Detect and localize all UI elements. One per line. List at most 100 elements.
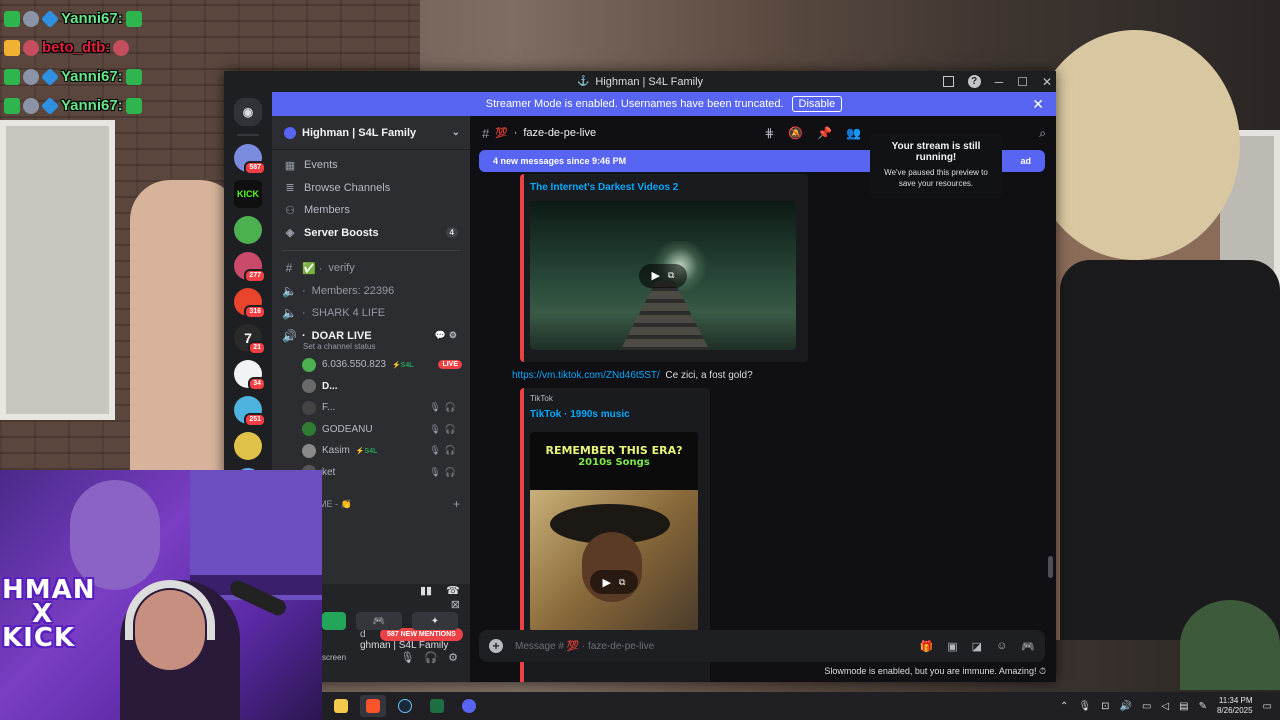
voice-user-name: Kasim — [322, 445, 350, 457]
display-icon[interactable]: ▤ — [1179, 701, 1188, 712]
voice-user[interactable]: GODEANU 🎙🎧 — [272, 419, 470, 441]
voice-user[interactable]: 6.036.550.823 ⚡S4L LIVE — [272, 354, 470, 376]
add-attachment-icon[interactable]: + — [489, 639, 503, 653]
mic-tray-icon[interactable]: 🎙 — [1078, 701, 1091, 712]
gif-icon[interactable]: ▣ — [947, 640, 957, 653]
sticker-icon[interactable]: ◪ — [972, 640, 982, 653]
nav-events[interactable]: ▦ Events — [272, 154, 470, 177]
voice-user-tag: ⚡S4L — [355, 447, 378, 455]
server-icon-8[interactable]: 251 — [234, 396, 266, 427]
close-button[interactable]: ✕ — [1042, 75, 1052, 89]
title-bar: ⚓ Highman | S4L Family ? ─ ☐ ✕ — [224, 71, 1056, 92]
headphones-icon[interactable]: 🎧 — [424, 651, 438, 664]
maximize-button[interactable]: ☐ — [1017, 75, 1028, 89]
clock[interactable]: 11:34 PM 8/26/2025 — [1217, 696, 1253, 716]
close-preview-icon[interactable]: ⊠ — [451, 598, 460, 611]
chat-username: Yanni67: — [61, 68, 123, 85]
nav-members[interactable]: ⚇ Members — [272, 199, 470, 222]
server-header[interactable]: Highman | S4L Family ⌄ — [272, 116, 470, 150]
embed-video[interactable]: ▶ ⧉ — [530, 201, 796, 350]
server-icon-1[interactable]: 587 — [234, 144, 266, 175]
members-icon[interactable]: 👥 — [846, 126, 861, 141]
embed-title[interactable]: The Internet's Darkest Videos 2 — [530, 182, 800, 193]
nav-label: Members — [304, 204, 350, 217]
notifications-icon[interactable]: ▭ — [1263, 701, 1272, 712]
discord-home-icon[interactable]: ◉ — [234, 98, 262, 126]
play-button-icon[interactable]: ▶ ⧉ — [639, 263, 687, 288]
disconnect-icon[interactable]: ☎ — [446, 584, 460, 597]
add-channel-icon[interactable]: + — [453, 497, 460, 511]
embed-title[interactable]: TikTok · 1990s music — [530, 409, 702, 420]
channel-shark-4-life[interactable]: 🔈 · SHARK 4 LIFE — [272, 302, 470, 325]
chat-scrollbar[interactable] — [1048, 556, 1053, 578]
tiktok-link[interactable]: https://vm.tiktok.com/ZNd46t5ST/ — [512, 370, 660, 381]
voice-user[interactable]: F... 🎙🎧 — [272, 397, 470, 419]
network-icon[interactable]: ⊡ — [1101, 701, 1109, 712]
voice-signal-icon[interactable]: ▮▮ — [420, 584, 432, 597]
embed-video[interactable]: REMEMBER THIS ERA? 2010s Songs ▶ ⧉ — [530, 432, 698, 632]
voice-user[interactable]: D... — [272, 376, 470, 398]
channel-label: DOAR LIVE — [311, 329, 372, 342]
pen-icon[interactable]: ✎ — [1199, 701, 1207, 712]
channel-members-count[interactable]: 🔈 · Members: 22396 — [272, 280, 470, 303]
slowmode-text: Slowmode is enabled, but you are immune.… — [824, 666, 1037, 676]
taskbar-excel[interactable] — [424, 695, 450, 717]
voice-locked-icon: 🔈 — [282, 306, 297, 321]
nav-server-boosts[interactable]: ◈ Server Boosts 4 — [272, 222, 470, 245]
rail-divider — [237, 134, 259, 136]
chat-gear-icons[interactable]: 💬⚙ — [435, 330, 460, 341]
composer-placeholder[interactable]: Message # 💯 · faze-de-pe-live — [515, 641, 654, 652]
emoji-icon[interactable]: ☺ — [996, 640, 1007, 653]
server-icon-4[interactable]: 277 — [234, 252, 266, 283]
photo-jacket — [1060, 260, 1280, 640]
server-icon-7[interactable]: 34 — [234, 360, 266, 391]
embed-provider: TikTok — [530, 394, 553, 403]
sub-badge-icon — [4, 68, 20, 85]
soundboard-button[interactable]: ✦ — [412, 612, 458, 630]
close-notice-icon[interactable]: ✕ — [1032, 96, 1044, 113]
play-button-icon[interactable]: ▶ ⧉ — [590, 570, 638, 594]
pin-icon[interactable]: 📌 — [817, 126, 832, 141]
mention-count-badge: 251 — [244, 413, 266, 427]
volume-icon[interactable]: 🔊 — [1120, 701, 1132, 712]
boost-icon: ◈ — [285, 227, 295, 240]
hundred-emoji-icon: 💯 — [495, 127, 508, 139]
message-composer[interactable]: + Message # 💯 · faze-de-pe-live 🎁 ▣ ◪ ☺ … — [479, 630, 1045, 662]
inbox-icon[interactable] — [942, 76, 954, 87]
taskbar-discord[interactable] — [456, 695, 482, 717]
server-icon-5[interactable]: 316 — [234, 288, 266, 319]
channel-verify[interactable]: # ✅ · verify — [272, 257, 470, 280]
camera-button[interactable] — [322, 612, 346, 630]
video-banner: REMEMBER THIS ERA? 2010s Songs — [530, 432, 698, 490]
search-icon[interactable]: ⌕ — [1039, 126, 1046, 141]
chevron-down-icon[interactable]: ⌄ — [452, 127, 460, 138]
server-icon-9[interactable] — [234, 432, 262, 460]
voice-user[interactable]: Kasim ⚡S4L 🎙🎧 — [272, 440, 470, 462]
chevron-up-icon[interactable]: ⌃ — [1060, 701, 1068, 712]
mark-as-read-text[interactable]: ad — [1020, 156, 1031, 166]
channel-status[interactable]: Set a channel status — [272, 342, 470, 354]
help-icon[interactable]: ? — [967, 75, 981, 88]
divider — [282, 250, 460, 251]
activities-icon[interactable]: 🎮 — [1021, 640, 1035, 653]
server-icon-3[interactable] — [234, 216, 262, 244]
battery-icon[interactable]: ▭ — [1142, 701, 1151, 712]
gift-icon[interactable]: 🎁 — [920, 640, 934, 653]
nav-browse-channels[interactable]: ≣ Browse Channels — [272, 177, 470, 200]
speaker-icon[interactable]: ◁ — [1161, 701, 1169, 712]
server-icon-kick[interactable]: KICK — [234, 180, 262, 208]
taskbar-file-explorer[interactable] — [328, 695, 354, 717]
taskbar-steam[interactable] — [392, 695, 418, 717]
avatar — [302, 357, 316, 372]
server-icon-6[interactable]: 7 21 — [234, 324, 266, 355]
mic-icon[interactable]: 🎙 — [400, 651, 414, 664]
threads-icon[interactable]: ⋕ — [764, 126, 774, 141]
activity-button[interactable]: 🎮 — [356, 612, 402, 630]
minimize-button[interactable]: ─ — [995, 75, 1004, 89]
voice-icon: 🔊 — [282, 328, 297, 343]
video-embed: The Internet's Darkest Videos 2 ▶ ⧉ — [520, 174, 808, 362]
disable-streamer-mode-button[interactable]: Disable — [791, 96, 843, 112]
mute-icon[interactable]: 🔕 — [788, 126, 803, 141]
taskbar-brave[interactable] — [360, 695, 386, 717]
settings-gear-icon[interactable]: ⚙ — [448, 651, 458, 664]
